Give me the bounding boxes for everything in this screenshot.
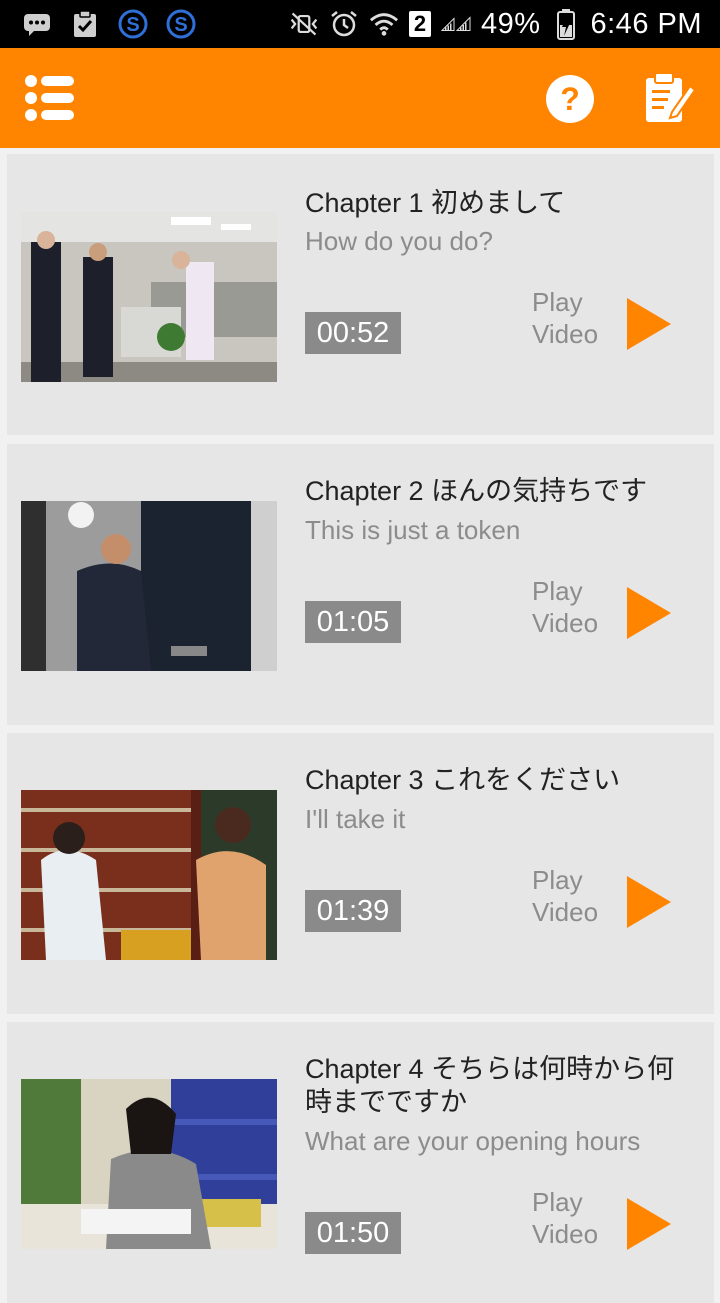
video-thumbnail[interactable] <box>21 790 277 960</box>
svg-text:?: ? <box>560 81 580 117</box>
app-bar: ? <box>0 48 720 148</box>
play-video-label[interactable]: Play Video <box>532 575 622 639</box>
play-video-label[interactable]: Play Video <box>532 864 622 928</box>
play-video-label[interactable]: Play Video <box>532 286 622 350</box>
chapter-card[interactable]: Chapter 3 これをください I'll take it 01:39 Pla… <box>7 733 714 1014</box>
chapter-card[interactable]: Chapter 1 初めまして How do you do? 00:52 Pla… <box>7 154 714 435</box>
chapter-subtitle: I'll take it <box>305 804 406 834</box>
video-thumbnail[interactable] <box>21 501 277 671</box>
duration-badge: 01:05 <box>305 601 401 643</box>
play-icon[interactable] <box>625 874 673 930</box>
help-icon[interactable]: ? <box>544 73 596 125</box>
duration-badge: 00:52 <box>305 312 401 354</box>
chapter-subtitle: This is just a token <box>305 515 521 545</box>
play-label-line: Video <box>532 319 599 349</box>
chapter-card[interactable]: Chapter 2 ほんの気持ちです This is just a token … <box>7 444 714 725</box>
svg-text:S: S <box>126 14 139 36</box>
battery-percent: 49% <box>480 7 541 40</box>
play-label-line: Play <box>532 1187 583 1217</box>
video-thumbnail[interactable] <box>21 1079 277 1249</box>
play-label-line: Play <box>532 576 583 606</box>
clipboard-check-icon <box>70 9 100 39</box>
chapter-title: Chapter 3 これをください <box>305 765 621 795</box>
chapter-card[interactable]: Chapter 4 そちらは何時から何時までですか What are your … <box>7 1022 714 1303</box>
play-label-line: Video <box>532 1219 599 1249</box>
play-icon[interactable] <box>625 585 673 641</box>
play-label-line: Play <box>532 865 583 895</box>
chapter-title: Chapter 2 ほんの気持ちです <box>305 476 648 506</box>
chapter-title: Chapter 1 初めまして <box>305 188 566 218</box>
duration-badge: 01:50 <box>305 1212 401 1254</box>
chapter-subtitle: How do you do? <box>305 226 493 256</box>
status-bar: S S 2 49% 6:46 PM <box>0 0 720 48</box>
sim-badge: 2 <box>408 11 431 37</box>
video-thumbnail[interactable] <box>21 212 277 382</box>
wifi-icon <box>369 9 399 39</box>
play-icon[interactable] <box>625 1196 673 1252</box>
notes-icon[interactable] <box>642 70 697 126</box>
play-label-line: Video <box>532 608 599 638</box>
mute-vibrate-icon <box>289 9 319 39</box>
play-label-line: Play <box>532 287 583 317</box>
chapter-title: Chapter 4 そちらは何時から何時までですか <box>305 1054 675 1117</box>
signal-icon <box>440 9 471 39</box>
alarm-icon <box>329 9 359 39</box>
s-app-icon: S <box>118 9 148 39</box>
chapter-subtitle: What are your opening hours <box>305 1126 641 1156</box>
chat-icon <box>22 9 52 39</box>
s-app-icon: S <box>166 9 196 39</box>
duration-badge: 01:39 <box>305 890 401 932</box>
battery-icon <box>551 9 581 40</box>
play-label-line: Video <box>532 897 599 927</box>
menu-list-icon[interactable] <box>24 72 76 124</box>
play-icon[interactable] <box>625 296 673 352</box>
clock: 6:46 PM <box>590 7 702 40</box>
svg-text:S: S <box>174 14 187 36</box>
play-video-label[interactable]: Play Video <box>532 1186 622 1250</box>
